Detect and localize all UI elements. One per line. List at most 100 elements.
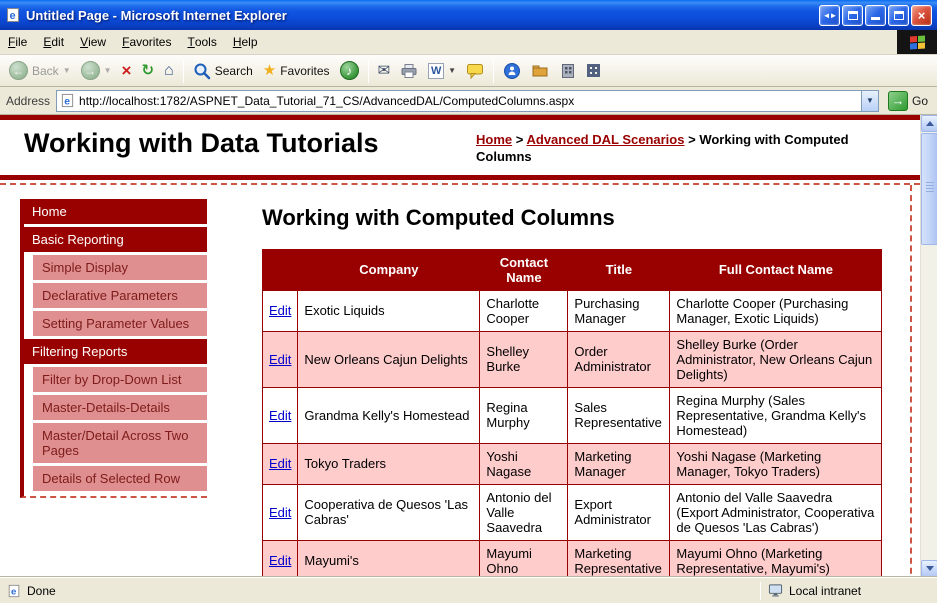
svg-text:e: e: [11, 586, 17, 597]
edit-button[interactable]: W ▼: [423, 57, 461, 84]
site-header: Working with Data Tutorials Home > Advan…: [0, 120, 920, 180]
security-zone-text: Local intranet: [789, 583, 862, 598]
close-button[interactable]: ×: [911, 4, 932, 26]
breadcrumb-section-link[interactable]: Advanced DAL Scenarios: [526, 132, 684, 147]
maximize-icon: [893, 10, 904, 20]
go-button[interactable]: → Go: [885, 90, 931, 111]
home-icon: ⌂: [164, 61, 174, 79]
messenger-icon: [503, 62, 521, 80]
toolbar: ← Back ▼ → ▼ × ↻ ⌂ Search ★ Favorites ♪ …: [0, 55, 937, 87]
refresh-button[interactable]: ↻: [136, 57, 159, 84]
edit-link[interactable]: Edit: [269, 352, 291, 367]
mail-button[interactable]: ✉: [373, 57, 396, 84]
scroll-down-icon: [925, 566, 934, 571]
address-label: Address: [6, 93, 51, 108]
column-header-company: Company: [297, 248, 481, 291]
forward-dropdown-icon: ▼: [103, 66, 112, 75]
sidebar-item-master-detail-across-two-pages[interactable]: Master/Detail Across Two Pages: [33, 422, 207, 463]
table-row: Edit Grandma Kelly's Homestead Regina Mu…: [261, 386, 883, 444]
column-header-contact-name: Contact Name: [479, 248, 569, 291]
minimize-button[interactable]: [865, 4, 886, 26]
menu-edit[interactable]: Edit: [35, 30, 72, 54]
sidebar-item-details-of-selected-row[interactable]: Details of Selected Row: [33, 465, 207, 491]
favorites-button[interactable]: ★ Favorites: [258, 57, 335, 84]
edit-link[interactable]: Edit: [269, 505, 291, 520]
title-bar: e Untitled Page - Microsoft Internet Exp…: [0, 0, 937, 30]
page-body: Home Basic Reporting Simple Display Decl…: [0, 184, 912, 577]
svg-text:e: e: [10, 10, 16, 22]
table-row: Edit Exotic Liquids Charlotte Cooper Pur…: [261, 289, 883, 332]
column-header-full-contact-name: Full Contact Name: [669, 248, 883, 291]
building-icon: [559, 62, 577, 80]
media-button[interactable]: ♪: [335, 57, 364, 84]
scrollbar-thumb[interactable]: [921, 133, 937, 245]
sidebar-item-setting-parameter-values[interactable]: Setting Parameter Values: [33, 310, 207, 336]
building-button[interactable]: [554, 57, 582, 84]
scroll-up-icon: [925, 121, 934, 126]
status-text: Done: [27, 583, 56, 598]
security-zone-pane: Local intranet: [763, 583, 933, 598]
edit-link[interactable]: Edit: [269, 408, 291, 423]
edit-link[interactable]: Edit: [269, 456, 291, 471]
sidebar-item-simple-display[interactable]: Simple Display: [33, 254, 207, 280]
menu-file[interactable]: File: [0, 30, 35, 54]
svg-text:e: e: [64, 96, 70, 107]
table-row: Edit Cooperativa de Quesos 'Las Cabras' …: [261, 483, 883, 541]
menu-help[interactable]: Help: [225, 30, 266, 54]
edit-link[interactable]: Edit: [269, 303, 291, 318]
table-row: Edit New Orleans Cajun Delights Shelley …: [261, 330, 883, 388]
table-row: Edit Mayumi's Mayumi Ohno Marketing Repr…: [261, 539, 883, 577]
forward-icon: →: [80, 61, 100, 80]
minimize-icon: [871, 11, 880, 20]
forward-button[interactable]: → ▼: [76, 57, 117, 84]
titlebar-extra-arrows-button[interactable]: ◄►: [819, 4, 840, 26]
site-title: Working with Data Tutorials: [24, 128, 379, 158]
menu-favorites[interactable]: Favorites: [114, 30, 179, 54]
sidebar-section-basic-reporting[interactable]: Basic Reporting: [24, 226, 207, 252]
folders-button[interactable]: [526, 57, 554, 84]
home-button[interactable]: ⌂: [159, 57, 179, 84]
mail-icon: ✉: [377, 62, 391, 79]
maximize-button[interactable]: [888, 4, 909, 26]
sidebar-nav: Home Basic Reporting Simple Display Decl…: [20, 198, 207, 498]
breadcrumb: Home > Advanced DAL Scenarios > Working …: [476, 132, 849, 164]
column-header-title: Title: [567, 248, 671, 291]
address-input[interactable]: e http://localhost:1782/ASPNET_Data_Tuto…: [56, 89, 879, 112]
menu-tools[interactable]: Tools: [179, 30, 224, 54]
stop-button[interactable]: ×: [117, 57, 137, 84]
sidebar-item-filter-by-dropdown-list[interactable]: Filter by Drop-Down List: [33, 366, 207, 392]
toolbar-separator: [367, 58, 369, 83]
scroll-up-button[interactable]: [921, 115, 937, 132]
menu-bar: File Edit View Favorites Tools Help: [0, 30, 937, 55]
favorites-star-icon: ★: [262, 62, 277, 79]
back-button[interactable]: ← Back ▼: [4, 57, 76, 84]
folders-icon: [531, 62, 549, 80]
column-header-edit: [261, 248, 299, 291]
search-button[interactable]: Search: [188, 57, 258, 84]
discuss-button[interactable]: [461, 57, 489, 84]
windows-logo-icon: [897, 30, 937, 54]
titlebar-extra-window-button[interactable]: [842, 4, 863, 26]
vertical-scrollbar[interactable]: [920, 115, 937, 577]
media-icon: ♪: [339, 61, 359, 80]
toolbar-separator: [182, 58, 184, 83]
address-bar: Address e http://localhost:1782/ASPNET_D…: [0, 87, 937, 115]
table-header-row: Company Contact Name Title Full Contact …: [261, 248, 883, 291]
grid-icon: [587, 64, 601, 77]
grid-button[interactable]: [582, 57, 605, 84]
menu-view[interactable]: View: [72, 30, 114, 54]
back-icon: ←: [9, 61, 28, 80]
scroll-down-button[interactable]: [921, 560, 937, 577]
print-button[interactable]: [395, 57, 423, 84]
address-dropdown-button[interactable]: ▼: [860, 90, 878, 111]
sidebar-section-filtering-reports[interactable]: Filtering Reports: [24, 338, 207, 364]
sidebar-item-home[interactable]: Home: [24, 198, 207, 224]
sidebar-item-declarative-parameters[interactable]: Declarative Parameters: [33, 282, 207, 308]
table-row: Edit Tokyo Traders Yoshi Nagase Marketin…: [261, 442, 883, 485]
edit-link[interactable]: Edit: [269, 553, 291, 568]
breadcrumb-home-link[interactable]: Home: [476, 132, 512, 147]
ie-page-icon: e: [5, 7, 21, 23]
page-title: Working with Computed Columns: [262, 204, 615, 230]
sidebar-item-master-details-details[interactable]: Master-Details-Details: [33, 394, 207, 420]
messenger-button[interactable]: [498, 57, 526, 84]
